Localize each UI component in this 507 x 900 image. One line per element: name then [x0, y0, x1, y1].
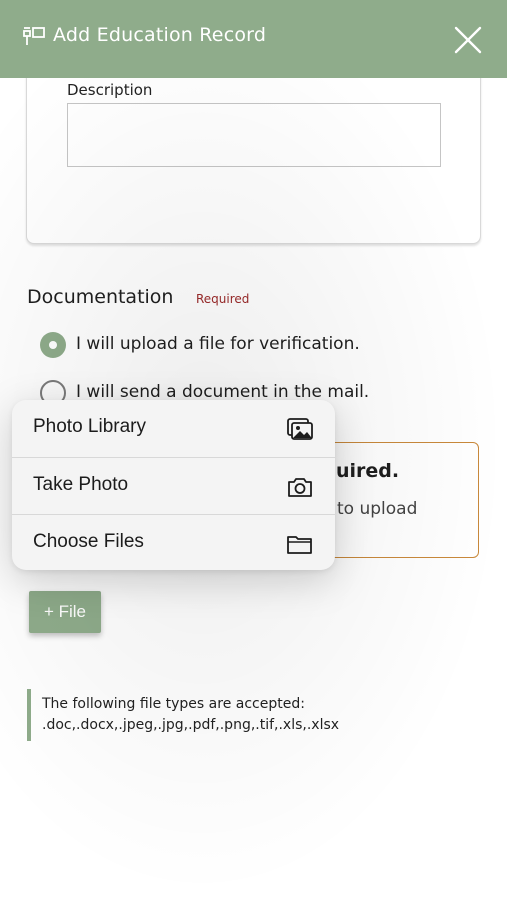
- photo-library-icon: [287, 418, 313, 440]
- menu-item-label: Photo Library: [33, 416, 147, 437]
- menu-item-take-photo[interactable]: Take Photo: [12, 457, 335, 514]
- required-badge: Required: [196, 292, 250, 306]
- close-icon[interactable]: [452, 24, 484, 56]
- file-types-heading: The following file types are accepted:: [42, 696, 305, 712]
- documentation-title: Documentation: [27, 286, 174, 308]
- page: Description Documentation Required I wil…: [0, 0, 507, 900]
- description-label: Description: [67, 81, 153, 99]
- folder-icon: [287, 536, 312, 554]
- page-title: Add Education Record: [53, 24, 267, 46]
- add-file-button[interactable]: + File: [29, 591, 101, 633]
- radio-upload-file[interactable]: [40, 332, 66, 358]
- notice-text: to upload: [337, 499, 418, 519]
- app-header: Add Education Record: [0, 0, 507, 78]
- menu-item-label: Take Photo: [33, 474, 129, 495]
- description-input[interactable]: [67, 103, 441, 167]
- file-types-accent-bar: [27, 689, 31, 741]
- menu-item-label: Choose Files: [33, 531, 144, 552]
- radio-upload-file-label[interactable]: I will upload a file for verification.: [76, 334, 360, 354]
- education-icon: [23, 27, 45, 45]
- radio-send-mail-label[interactable]: I will send a document in the mail.: [76, 382, 369, 402]
- file-source-menu: Photo Library Take Photo Choose Files: [12, 400, 335, 570]
- camera-icon: [288, 478, 312, 497]
- menu-item-photo-library[interactable]: Photo Library: [12, 400, 335, 457]
- file-types-list: .doc,.docx,.jpeg,.jpg,.pdf,.png,.tif,.xl…: [42, 717, 340, 733]
- menu-item-choose-files[interactable]: Choose Files: [12, 514, 335, 570]
- notice-title: uired.: [336, 460, 400, 482]
